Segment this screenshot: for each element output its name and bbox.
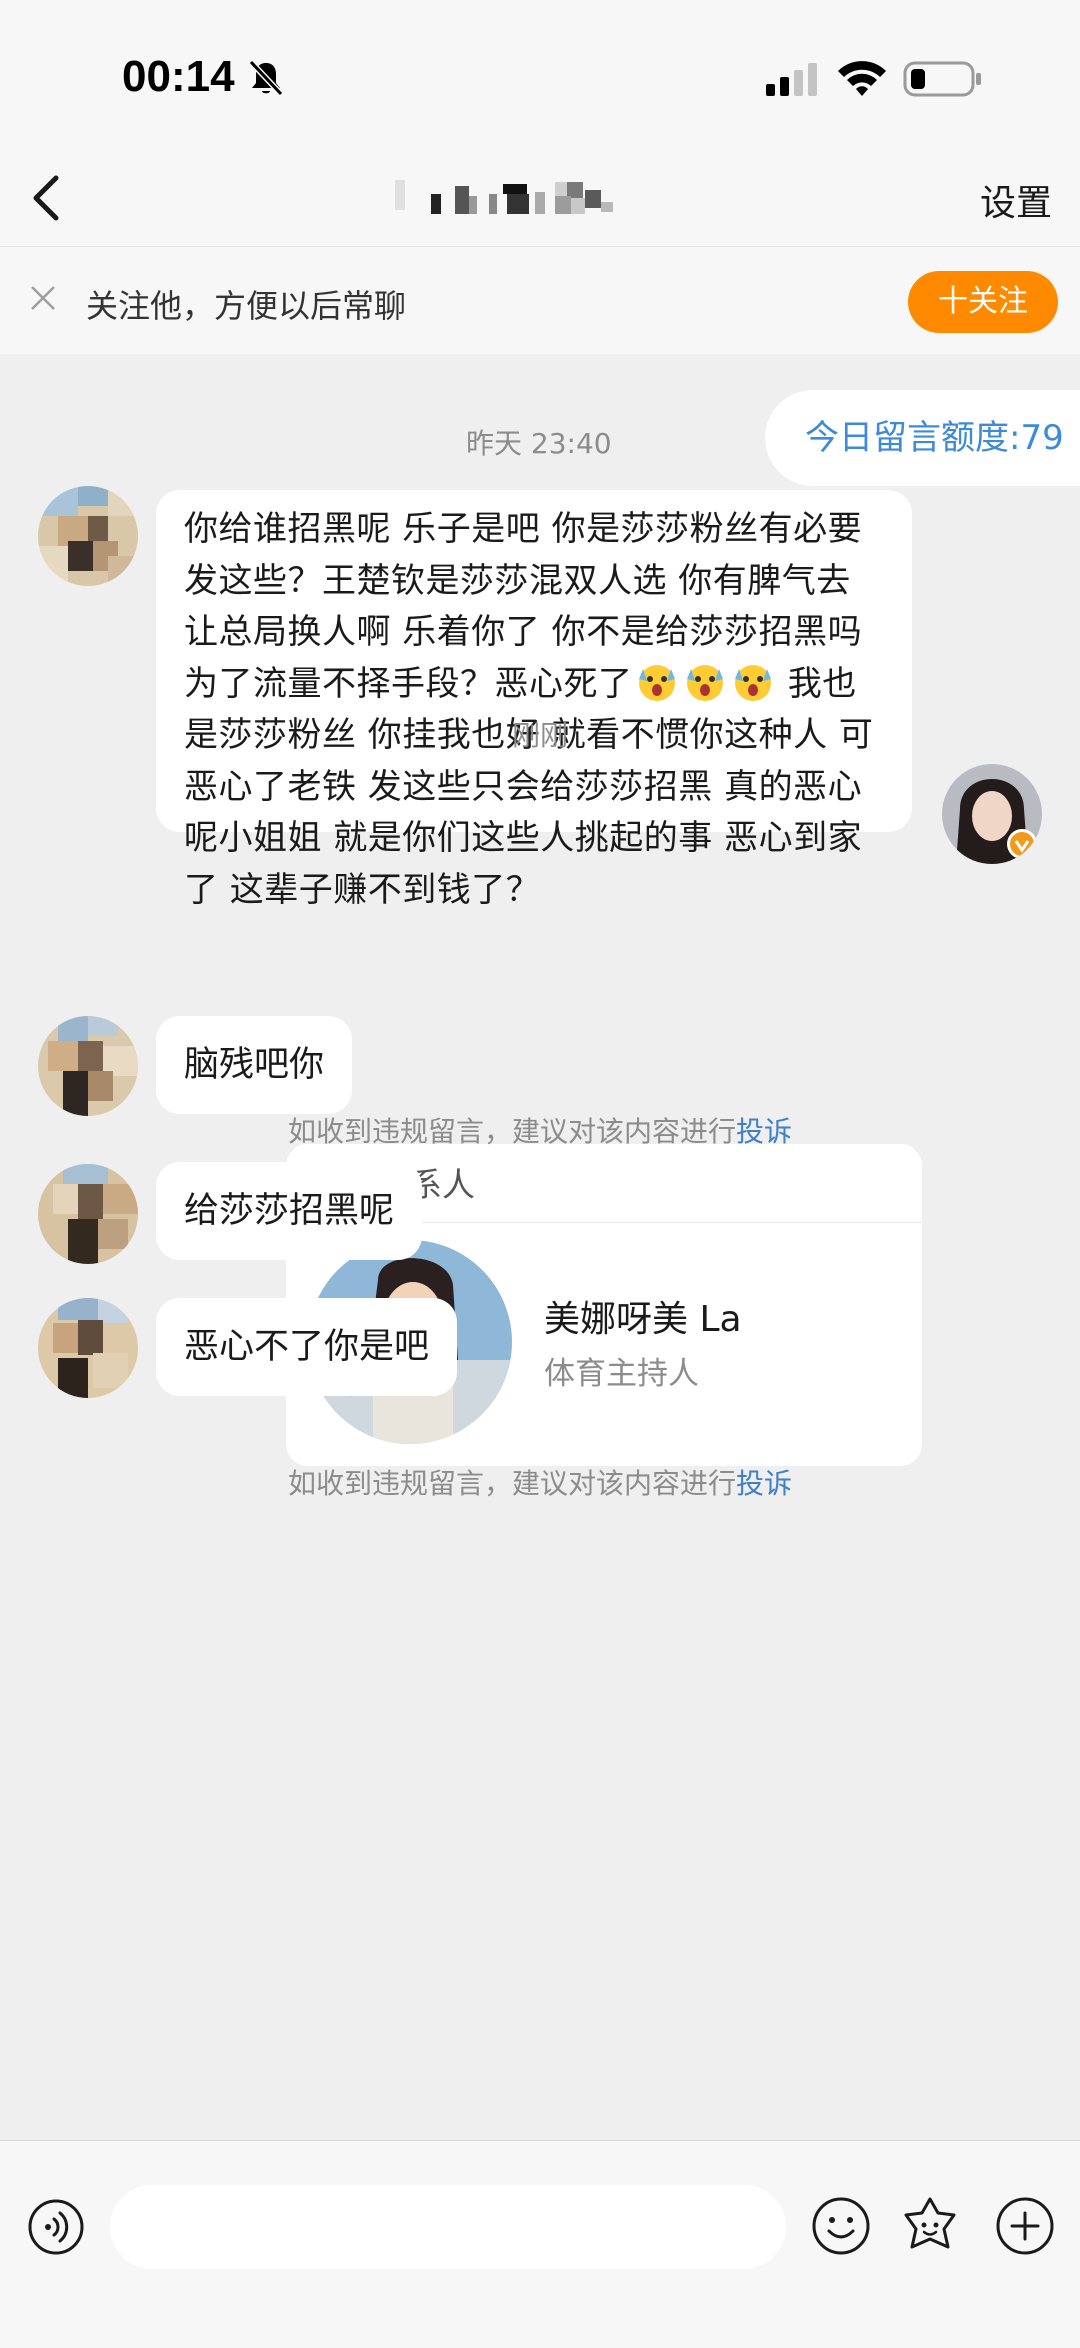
nav-bar: 设置 — [0, 150, 1080, 246]
contact-subtitle: 体育主持人 — [544, 1356, 699, 1392]
sender-avatar[interactable] — [38, 1016, 138, 1116]
sender-avatar[interactable] — [38, 486, 138, 586]
message-bubble: 给莎莎招黑呢 — [156, 1162, 423, 1260]
censored-username — [395, 180, 613, 214]
cellular-signal-icon — [766, 63, 817, 96]
voice-icon[interactable] — [26, 2197, 86, 2257]
follow-banner: 关注他，方便以后常聊 十关注 — [0, 246, 1080, 355]
notice-text: 如收到违规留言，建议对该内容进行 — [287, 1467, 736, 1500]
timestamp: 刚刚 — [512, 719, 569, 752]
message-bubble: 脑残吧你 — [156, 1016, 353, 1114]
mute-bell-icon — [248, 59, 284, 97]
sender-avatar[interactable] — [38, 1298, 138, 1398]
follow-prompt-text: 关注他，方便以后常聊 — [86, 287, 407, 325]
settings-button[interactable]: 设置 — [980, 174, 1052, 226]
chat-area[interactable]: 今日留言额度:79 昨天 23:40 你给谁招黑呢 乐子是吧 你是莎莎粉丝有必要… — [0, 354, 1080, 2140]
message-bubble: 恶心不了你是吧 — [156, 1298, 458, 1396]
sticker-icon[interactable] — [898, 2193, 962, 2257]
message-bubble-long: 你给谁招黑呢 乐子是吧 你是莎莎粉丝有必要发这些？王楚钦是莎莎混双人选 你有脾气… — [156, 490, 912, 910]
scream-emoji-icon — [683, 659, 727, 703]
status-bar: 00:14 — [0, 0, 1080, 150]
timestamp: 昨天 23:40 — [466, 427, 612, 460]
sender-avatar[interactable] — [38, 1164, 138, 1264]
report-notice: 如收到违规留言，建议对该内容进行投诉 — [0, 1462, 1080, 1502]
status-time: 00:14 — [122, 52, 235, 101]
battery-icon — [903, 61, 981, 97]
report-link[interactable]: 投诉 — [736, 1115, 792, 1148]
report-notice: 如收到违规留言，建议对该内容进行投诉 — [0, 1110, 1080, 1150]
follow-button[interactable]: 十关注 — [908, 271, 1058, 333]
chevron-left-icon[interactable] — [20, 168, 76, 228]
contact-name: 美娜呀美 La — [544, 1299, 742, 1340]
close-icon[interactable] — [28, 283, 58, 313]
plus-icon[interactable] — [994, 2195, 1056, 2257]
notice-text: 如收到违规留言，建议对该内容进行 — [287, 1115, 736, 1148]
report-link[interactable]: 投诉 — [736, 1467, 792, 1500]
input-bar — [0, 2140, 1080, 2348]
my-avatar[interactable] — [942, 764, 1042, 864]
scream-emoji-icon — [731, 659, 775, 703]
wifi-icon — [838, 61, 886, 96]
quota-badge: 今日留言额度:79 — [765, 390, 1080, 486]
message-input[interactable] — [110, 2185, 786, 2269]
scream-emoji-icon — [635, 659, 679, 703]
emoji-icon[interactable] — [810, 2195, 872, 2257]
